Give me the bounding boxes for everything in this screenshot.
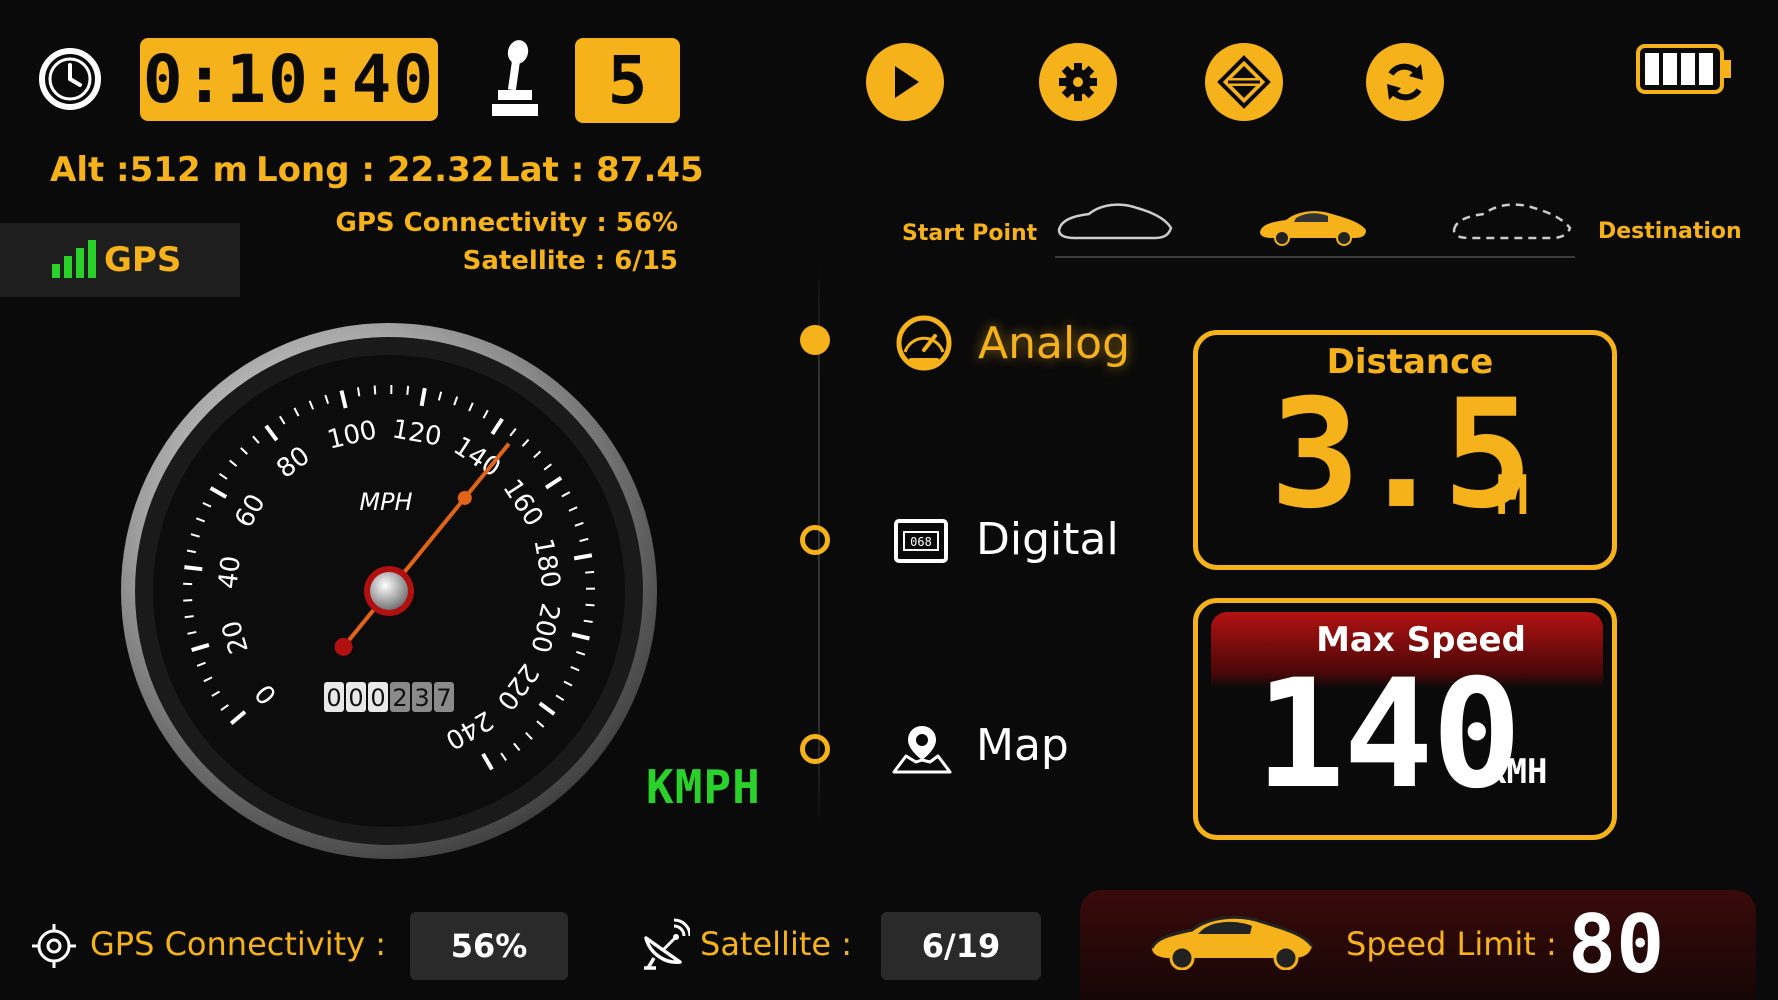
max-speed-unit: KMH bbox=[1486, 752, 1548, 792]
route-progress-line bbox=[1055, 256, 1575, 258]
odometer-digit: 2 bbox=[392, 684, 407, 712]
radio-unselected-dot bbox=[800, 525, 830, 555]
mode-analog-label[interactable]: Analog bbox=[978, 318, 1130, 369]
refresh-icon bbox=[1387, 63, 1423, 101]
route-start-label: Start Point bbox=[902, 221, 1038, 246]
expand-collapse-icon bbox=[1217, 55, 1271, 109]
map-pin-icon bbox=[892, 726, 952, 774]
mode-digital-radio[interactable] bbox=[800, 525, 830, 555]
refresh-button[interactable] bbox=[1366, 43, 1444, 121]
sports-car-icon bbox=[1150, 915, 1314, 970]
gauge-needle-tail bbox=[334, 637, 353, 656]
distance-unit: M bbox=[1496, 464, 1529, 527]
speedometer-gauge: 020406080100 120 140160180200220240 MPH 00… bbox=[121, 323, 657, 859]
signal-bars-icon bbox=[52, 240, 96, 278]
gauge-tick-label: 40 bbox=[213, 554, 247, 590]
gauge-tick bbox=[583, 619, 593, 624]
longitude-readout: Long : 22.32 bbox=[256, 150, 495, 190]
mode-map-label[interactable]: Map bbox=[976, 720, 1069, 771]
radio-selected-dot bbox=[800, 325, 830, 355]
mode-map-radio[interactable] bbox=[800, 734, 830, 764]
gps-connectivity-label: GPS Connectivity : bbox=[90, 925, 387, 963]
odometer-digit: 0 bbox=[326, 684, 341, 712]
gps-status-badge: GPS bbox=[0, 223, 240, 297]
gauge-needle-bulb bbox=[457, 490, 472, 505]
unit-toggle-button[interactable]: KMPH bbox=[646, 760, 761, 814]
satellite-label: Satellite : bbox=[700, 925, 853, 963]
battery-icon bbox=[1636, 44, 1731, 94]
gauge-unit-label: MPH bbox=[359, 488, 412, 516]
current-car-icon bbox=[1260, 211, 1366, 246]
gauge-tick bbox=[356, 387, 361, 397]
gauge-tick bbox=[585, 603, 595, 607]
odometer-digit: 7 bbox=[436, 684, 451, 712]
radio-unselected-dot bbox=[800, 734, 830, 764]
satellite-value: 6/19 bbox=[881, 912, 1041, 980]
gps-label: GPS bbox=[104, 240, 182, 280]
svg-text:068: 068 bbox=[910, 535, 932, 549]
play-icon bbox=[895, 66, 919, 98]
altitude-readout: Alt :512 m bbox=[50, 150, 248, 190]
route-destination-label: Destination bbox=[1598, 219, 1742, 244]
play-button[interactable] bbox=[866, 43, 944, 121]
satellite-summary: Satellite : 6/15 bbox=[462, 246, 678, 276]
mode-digital-label[interactable]: Digital bbox=[976, 514, 1119, 565]
distance-value: 3.5 bbox=[1270, 368, 1533, 542]
destination-car-outline-icon bbox=[1452, 203, 1572, 240]
gps-connectivity-value: 56% bbox=[410, 912, 568, 980]
speed-limit-value: 80 bbox=[1568, 898, 1665, 991]
gauge-tick bbox=[184, 565, 203, 572]
digital-display-icon: 068 bbox=[894, 519, 948, 563]
gauge-tick bbox=[373, 385, 377, 395]
crosshair-icon bbox=[32, 924, 76, 968]
gear-indicator: 5 bbox=[575, 38, 680, 123]
start-car-outline-icon bbox=[1057, 203, 1173, 240]
gauge-tick bbox=[585, 570, 595, 574]
speedometer-icon bbox=[896, 315, 952, 371]
gauge-hub bbox=[370, 572, 408, 610]
gear-shift-icon bbox=[492, 40, 538, 116]
speed-limit-label: Speed Limit : bbox=[1346, 925, 1557, 963]
gear-icon bbox=[1059, 63, 1097, 101]
layout-toggle-button[interactable] bbox=[1205, 43, 1283, 121]
gauge-tick bbox=[184, 615, 194, 619]
gauge-tick bbox=[406, 385, 410, 395]
odometer-digit: 3 bbox=[414, 684, 429, 712]
clock-icon bbox=[39, 48, 101, 110]
satellite-dish-icon bbox=[644, 918, 690, 970]
latitude-readout: Lat : 87.45 bbox=[498, 150, 704, 190]
settings-button[interactable] bbox=[1039, 43, 1117, 121]
odometer-digit: 0 bbox=[370, 684, 385, 712]
gps-connectivity-summary: GPS Connectivity : 56% bbox=[335, 208, 679, 238]
odometer-digit: 0 bbox=[348, 684, 363, 712]
trip-timer: 0:10:40 bbox=[140, 38, 438, 121]
max-speed-value: 140 bbox=[1255, 648, 1522, 822]
mode-analog-radio[interactable] bbox=[800, 325, 830, 355]
